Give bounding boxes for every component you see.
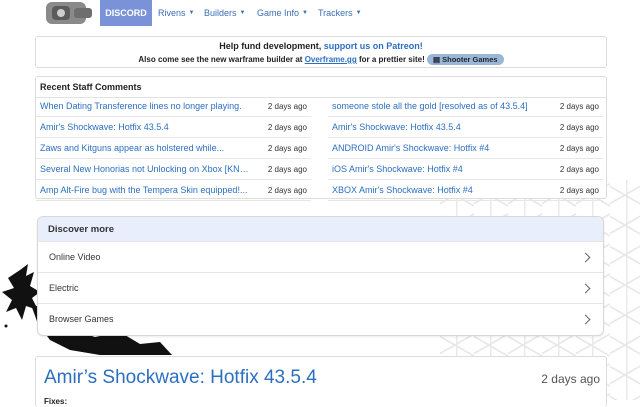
shooter-games-badge[interactable]: ▤ Shooter Games	[426, 54, 504, 65]
overframe-suffix: for a prettier site!	[356, 55, 427, 64]
discover-item-label: Electric	[49, 283, 79, 293]
fund-text: Help fund development,	[219, 41, 324, 51]
comment-date: 2 days ago	[559, 164, 599, 174]
caret-down-icon: ▼	[302, 10, 308, 16]
comment-date: 2 days ago	[267, 101, 307, 111]
chevron-right-icon	[580, 314, 591, 324]
article-fixes-label: Fixes:	[44, 397, 68, 406]
fund-line-1: Help fund development, support us on Pat…	[36, 41, 606, 51]
comment-row[interactable]: XBOX Amir's Shockwave: Hotfix #4 2 days a…	[328, 180, 603, 201]
nav-discord-button[interactable]: DISCORD	[100, 0, 152, 26]
comment-title[interactable]: iOS Amir's Shockwave: Hotfix #4	[332, 164, 463, 174]
comment-title[interactable]: Amp Alt-Fire bug with the Tempera Skin e…	[40, 185, 247, 195]
fund-line-2: Also come see the new warframe builder a…	[36, 54, 606, 65]
overframe-text: Also come see the new warframe builder a…	[138, 55, 305, 64]
comment-row[interactable]: iOS Amir's Shockwave: Hotfix #4 2 days ag…	[328, 159, 603, 180]
comment-row[interactable]: Amir's Shockwave: Hotfix 43.5.4 2 days ag…	[328, 117, 603, 138]
comment-row[interactable]: Zaws and Kitguns appear as holstered whi…	[36, 138, 311, 159]
discover-item-electric[interactable]: Electric	[38, 272, 603, 303]
caret-down-icon: ▼	[239, 10, 246, 16]
overframe-link[interactable]: Overframe.gg	[305, 55, 357, 64]
discover-more-widget: Discover more Online Video Electric Brow…	[37, 216, 604, 336]
caret-down-icon: ▼	[355, 10, 362, 16]
nav-gameinfo-label: Game Info	[257, 8, 300, 18]
comment-title[interactable]: XBOX Amir's Shockwave: Hotfix #4	[332, 185, 473, 195]
caret-down-icon: ▼	[188, 10, 195, 16]
comment-date: 2 days ago	[559, 143, 599, 153]
nav-builders-label: Builders	[204, 8, 237, 18]
comments-right-column: someone stole all the gold [resolved as …	[328, 96, 603, 201]
comment-row[interactable]: Amir's Shockwave: Hotfix 43.5.4 2 days ag…	[36, 117, 311, 138]
discover-more-heading: Discover more	[38, 217, 603, 241]
discover-item-label: Online Video	[49, 252, 101, 262]
comments-left-column: When Dating Transference lines no longer…	[36, 96, 311, 201]
nav-builders-dropdown[interactable]: Builders ▼	[204, 0, 245, 26]
nav-rivens-label: Rivens	[158, 8, 186, 18]
article-card: Amir’s Shockwave: Hotfix 43.5.4 2 days a…	[35, 356, 607, 407]
comment-date: 2 days ago	[559, 122, 599, 132]
discover-item-online-video[interactable]: Online Video	[38, 241, 603, 272]
comment-row[interactable]: When Dating Transference lines no longer…	[36, 96, 311, 117]
nav-trackers-label: Trackers	[318, 8, 353, 18]
discover-item-label: Browser Games	[49, 314, 114, 324]
comment-row[interactable]: ANDROID Amir's Shockwave: Hotfix #4 2 day…	[328, 138, 603, 159]
site-logo-icon[interactable]	[40, 0, 98, 26]
nav-gameinfo-dropdown[interactable]: Game Info ▼	[257, 0, 308, 26]
nav-trackers-dropdown[interactable]: Trackers ▼	[318, 0, 362, 26]
chevron-right-icon	[580, 283, 591, 293]
discover-item-browser-games[interactable]: Browser Games	[38, 303, 603, 334]
comment-title[interactable]: someone stole all the gold [resolved as …	[332, 101, 528, 111]
article-title[interactable]: Amir’s Shockwave: Hotfix 43.5.4	[44, 367, 317, 389]
patreon-link[interactable]: support us on Patreon!	[324, 41, 423, 51]
comment-title[interactable]: Amir's Shockwave: Hotfix 43.5.4	[40, 122, 169, 132]
recent-comments-heading: Recent Staff Comments	[36, 77, 606, 98]
comment-row[interactable]: someone stole all the gold [resolved as …	[328, 96, 603, 117]
recent-staff-comments: Recent Staff Comments When Dating Transf…	[35, 76, 607, 201]
comment-date: 2 days ago	[559, 185, 599, 195]
comment-date: 2 days ago	[267, 143, 307, 153]
comment-title[interactable]: Zaws and Kitguns appear as holstered whi…	[40, 143, 224, 153]
comment-row[interactable]: Amp Alt-Fire bug with the Tempera Skin e…	[36, 180, 311, 201]
comment-title[interactable]: Several New Honorias not Unlocking on Xb…	[40, 164, 255, 174]
comment-row[interactable]: Several New Honorias not Unlocking on Xb…	[36, 159, 311, 180]
comment-date: 2 days ago	[267, 122, 307, 132]
article-date: 2 days ago	[541, 372, 600, 386]
chevron-right-icon	[580, 252, 591, 262]
nav-rivens-dropdown[interactable]: Rivens ▼	[158, 0, 194, 26]
comment-title[interactable]: When Dating Transference lines no longer…	[40, 101, 242, 111]
comment-date: 2 days ago	[267, 185, 307, 195]
top-navbar: DISCORD Rivens ▼ Builders ▼ Game Info ▼ Tra…	[0, 0, 640, 26]
comment-date: 2 days ago	[559, 101, 599, 111]
comment-date: 2 days ago	[267, 164, 307, 174]
fund-development-banner: Help fund development, support us on Pat…	[35, 36, 607, 68]
comment-title[interactable]: ANDROID Amir's Shockwave: Hotfix #4	[332, 143, 489, 153]
comment-title[interactable]: Amir's Shockwave: Hotfix 43.5.4	[332, 122, 461, 132]
